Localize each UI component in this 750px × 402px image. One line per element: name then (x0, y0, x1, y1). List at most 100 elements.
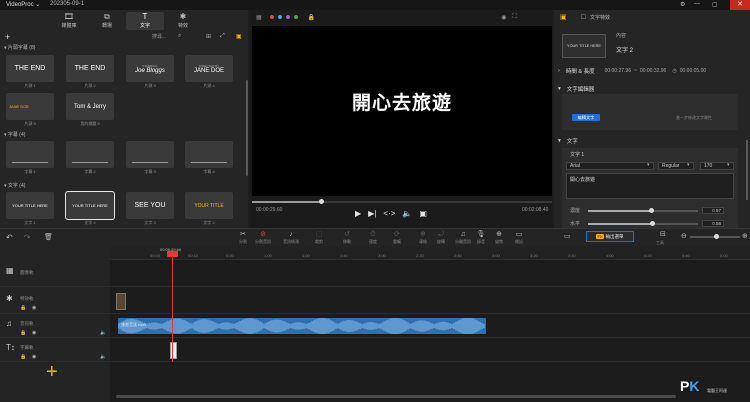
section-text[interactable]: ▾ 文字 (4) (4, 182, 25, 189)
eye-icon[interactable]: ◉ (32, 330, 36, 336)
section-opening-titles[interactable]: ▾ 片頭字幕 (8) (4, 44, 35, 51)
tool-button[interactable]: ▭ 標記 (508, 230, 530, 245)
properties-icon[interactable]: ▣ (560, 13, 567, 21)
tool-icon[interactable]: ▦ (256, 14, 262, 21)
horizontal-slider[interactable] (588, 221, 698, 226)
tab-text-effect[interactable]: 文字特效 (590, 14, 610, 21)
output-icon[interactable]: ▭ (564, 232, 571, 240)
subtitle-card[interactable] (66, 141, 114, 168)
opacity-knob[interactable] (648, 208, 654, 213)
preview-screen[interactable]: 開心去旅遊 (252, 26, 552, 196)
color-dot[interactable] (285, 15, 290, 19)
title-card[interactable]: THE END (66, 55, 114, 82)
text-card[interactable]: YOUR TITLE (185, 192, 233, 219)
subtitle-card[interactable] (126, 141, 174, 168)
grid-view-icon[interactable]: ⊞ (206, 33, 211, 40)
progress-knob[interactable] (319, 199, 324, 204)
lock-icon[interactable]: 🔒 (308, 14, 315, 21)
settings-icon[interactable]: ⚙ (680, 1, 685, 8)
tool-button[interactable]: ⟳ 重複 (386, 230, 408, 245)
volume-icon[interactable]: 🔈 (402, 209, 412, 218)
font-select[interactable]: Arial (566, 162, 654, 170)
tool-button[interactable]: ⊘ 分割音訊 (252, 230, 274, 245)
title-card[interactable]: STARRING Joe Bloggs (126, 55, 174, 82)
undo-icon[interactable]: ↶ (6, 233, 13, 242)
preview-progress[interactable] (252, 199, 552, 204)
subtitle-card[interactable] (6, 141, 54, 168)
edit-text-button[interactable]: 編輯文字 (572, 114, 600, 121)
color-dot[interactable] (269, 15, 274, 19)
zoom-slider[interactable] (690, 234, 740, 239)
minimize-icon[interactable]: — (694, 1, 700, 7)
opacity-slider[interactable] (588, 208, 698, 213)
title-card[interactable]: Tom & Jerry (66, 93, 114, 120)
tool-button[interactable]: ✂ 分割 (232, 230, 254, 245)
eye-icon[interactable]: ◉ (32, 354, 36, 360)
tab-effects[interactable]: ✱ 特效 (164, 12, 202, 30)
color-dot[interactable] (277, 15, 282, 19)
fx-output-button[interactable]: FX 輸出選單 (586, 231, 634, 242)
zoom-out-icon[interactable]: ⊖ (681, 232, 687, 240)
timeline-scrollbar[interactable] (110, 395, 750, 398)
color-dot[interactable] (293, 15, 298, 19)
text-effect-icon[interactable]: ☐ (581, 14, 586, 21)
section-subtitles[interactable]: ▾ 字幕 (4) (4, 131, 25, 138)
delete-icon[interactable]: 🗑 (44, 233, 53, 241)
mute-icon[interactable]: 🔈 (100, 354, 106, 360)
lock-icon[interactable]: 🔒 (20, 330, 26, 336)
audio-clip[interactable]: 旅遊音訊.mp3 (118, 318, 486, 334)
play-icon[interactable]: ▶ (355, 209, 361, 218)
add-icon[interactable]: + (5, 32, 10, 42)
horizontal-knob[interactable] (649, 221, 655, 226)
tab-transition[interactable]: ⧉ 轉場 (88, 12, 126, 30)
close-icon[interactable]: ✕ (730, 0, 750, 10)
time-row[interactable]: › 時間 & 長度 00:00:27.96 ~ 00:00:32.96 ◷ 00… (558, 65, 746, 76)
tools-icon[interactable]: ⊟ (660, 230, 666, 238)
add-track-icon[interactable]: + (46, 362, 58, 382)
next-frame-icon[interactable]: ▶| (368, 209, 376, 218)
fit-icon[interactable]: <·> (383, 209, 395, 218)
text-card[interactable]: SEE YOU (126, 192, 174, 219)
title-card[interactable]: JANE DOE (6, 93, 54, 120)
text-card[interactable]: YOUR TITLE HERE (6, 192, 54, 219)
expand-icon[interactable]: ⤢ (220, 33, 225, 40)
lock-icon[interactable]: 🔒 (20, 354, 26, 360)
tool-button[interactable]: ⬚ 裁剪 (308, 230, 330, 245)
subtitle-card[interactable] (185, 141, 233, 168)
panel-toggle-icon[interactable]: ▣ (236, 33, 242, 40)
library-scrollbar[interactable] (246, 80, 248, 176)
tab-media[interactable]: 🎞 媒體庫 (50, 12, 88, 30)
zoom-in-icon[interactable]: ⊕ (742, 232, 748, 240)
time-ruler[interactable]: 00:00 00:10 0:20 1:00 1:20 1:40 2:00 2:20 2:40 3:… (110, 246, 750, 260)
tool-button[interactable]: ⊕ 變焦 (488, 230, 510, 245)
video-clip[interactable] (116, 293, 126, 310)
search-input[interactable]: 搜尋... (152, 33, 166, 40)
playhead-handle[interactable] (167, 251, 178, 257)
title-card[interactable]: DIRECTED BY JANE DOE (185, 55, 233, 82)
maximize-icon[interactable]: ▢ (712, 1, 718, 8)
camera-icon[interactable]: ◉ (501, 14, 506, 21)
editor-row[interactable]: ▾ 文字編輯器 (558, 83, 746, 94)
eye-icon[interactable]: ◉ (32, 305, 36, 311)
fullscreen-icon[interactable]: ⛶ (512, 14, 516, 21)
search-icon[interactable]: ⌕ (178, 33, 181, 40)
mute-icon[interactable]: 🔈 (100, 330, 106, 336)
redo-icon[interactable]: ↷ (24, 233, 31, 242)
tool-button[interactable]: ↺ 移動 (336, 230, 358, 245)
app-name[interactable]: VideoProc ⌄ (6, 1, 40, 8)
tool-button[interactable]: ⏱ 速度 (362, 230, 384, 245)
preview-caption: 開心去旅遊 (351, 92, 452, 114)
tool-button[interactable]: ♪ 音訊偵測 (280, 230, 302, 245)
tab-text[interactable]: T 文字 (126, 12, 164, 30)
text-section-row[interactable]: ▾ 文字 (558, 135, 746, 146)
horizontal-value[interactable]: 0.58 (702, 220, 724, 227)
text-card-selected[interactable]: YOUR TITLE HERE (65, 191, 115, 220)
playhead[interactable] (172, 250, 173, 362)
text-input[interactable]: 開心去旅遊 (566, 173, 734, 199)
lock-icon[interactable]: 🔒 (20, 305, 26, 311)
title-card[interactable]: THE END (6, 55, 54, 82)
properties-scrollbar[interactable] (746, 140, 748, 200)
snapshot-icon[interactable]: ▣ (419, 209, 427, 218)
opacity-value[interactable]: 0.57 (702, 207, 724, 214)
tool-button[interactable]: ⤾ 旋轉 (430, 230, 452, 245)
